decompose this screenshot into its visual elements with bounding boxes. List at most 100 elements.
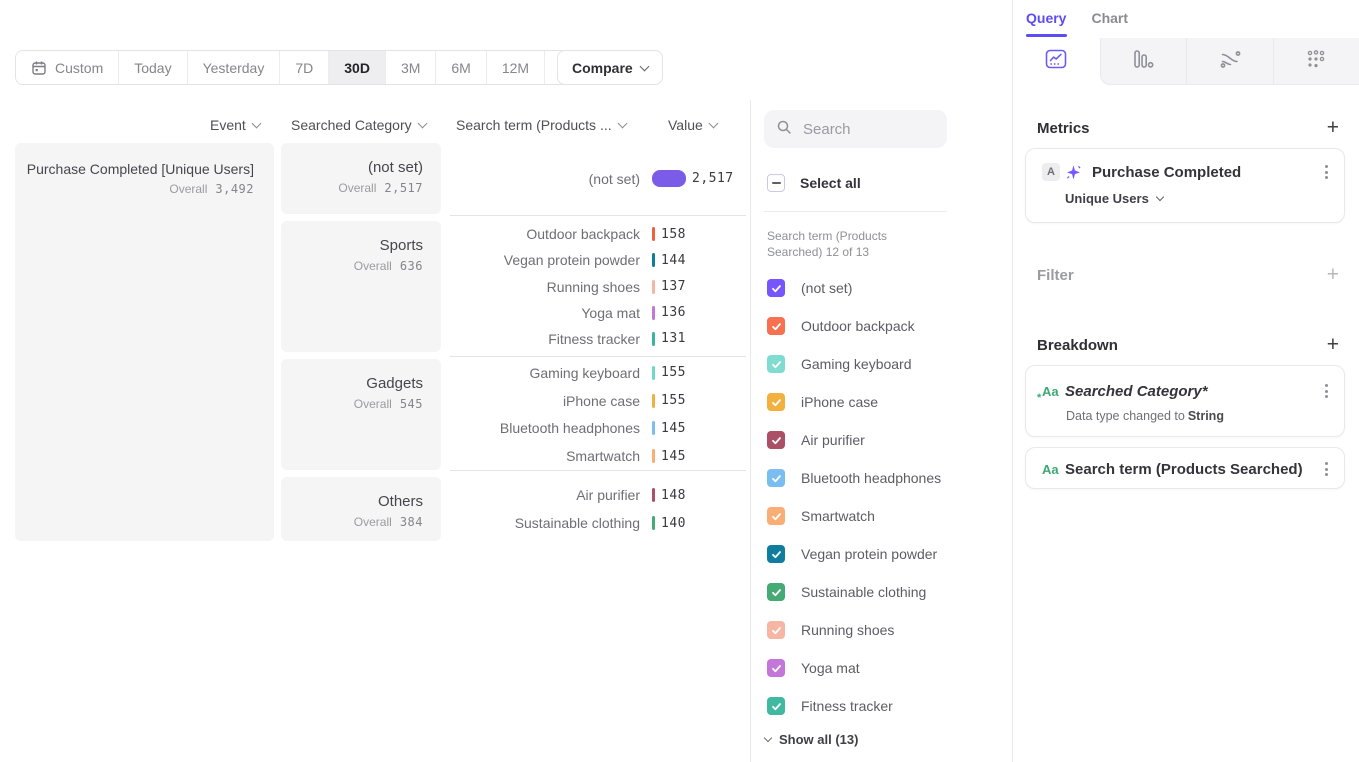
date-range-label: 6M: [451, 60, 470, 76]
filter-item[interactable]: Yoga mat: [751, 649, 1012, 687]
chevron-down-icon: [639, 61, 649, 71]
select-all-row[interactable]: Select all: [767, 174, 861, 192]
metric-card[interactable]: A Purchase Completed Unique Users: [1025, 148, 1345, 223]
filter-item[interactable]: Fitness tracker: [751, 687, 1012, 725]
date-range-control: CustomTodayYesterday7D30D3M6M12MXTD: [15, 50, 619, 85]
date-range-today[interactable]: Today: [118, 51, 186, 84]
metrics-heading: Metrics: [1037, 120, 1090, 137]
term-value: 155: [661, 393, 686, 408]
date-range-yesterday[interactable]: Yesterday: [187, 51, 280, 84]
column-header-value[interactable]: Value: [668, 117, 717, 133]
tab-query[interactable]: Query: [1026, 10, 1066, 26]
breakdown-card-searched-category[interactable]: Aa * Searched Category* Data type change…: [1025, 365, 1345, 437]
breakdown-property-name: Searched Category*: [1065, 383, 1208, 400]
filter-item[interactable]: (not set): [751, 269, 1012, 307]
checkbox-checked[interactable]: [767, 431, 785, 449]
term-row[interactable]: Outdoor backpack158: [450, 221, 746, 247]
term-row[interactable]: Fitness tracker131: [450, 326, 746, 352]
checkbox-checked[interactable]: [767, 393, 785, 411]
checkbox-checked[interactable]: [767, 317, 785, 335]
overall-label: Overall: [354, 397, 392, 411]
checkbox-checked[interactable]: [767, 621, 785, 639]
filter-item[interactable]: Sustainable clothing: [751, 573, 1012, 611]
checkbox-checked[interactable]: [767, 355, 785, 373]
breakdown-card-search-term[interactable]: Aa Search term (Products Searched): [1025, 447, 1345, 489]
filter-item-label: Sustainable clothing: [801, 584, 926, 600]
column-header-searched-category[interactable]: Searched Category: [291, 117, 426, 133]
term-value: 137: [661, 279, 686, 294]
metric-menu-button[interactable]: [1321, 161, 1332, 183]
check-icon: [771, 435, 782, 446]
date-range-3m[interactable]: 3M: [385, 51, 435, 84]
term-row[interactable]: Sustainable clothing140: [450, 509, 746, 537]
breakdown-menu-button[interactable]: [1321, 458, 1332, 480]
checkbox-checked[interactable]: [767, 279, 785, 297]
term-row[interactable]: Bluetooth headphones145: [450, 415, 746, 443]
term-row[interactable]: Smartwatch145: [450, 442, 746, 470]
checkbox-checked[interactable]: [767, 583, 785, 601]
filter-item[interactable]: Vegan protein powder: [751, 535, 1012, 573]
tab-flows[interactable]: [1186, 38, 1273, 85]
report-type-tabs: [1013, 38, 1359, 85]
tab-retention[interactable]: [1273, 38, 1359, 85]
checkbox-checked[interactable]: [767, 469, 785, 487]
breakdown-menu-button[interactable]: [1321, 380, 1332, 402]
check-icon: [771, 473, 782, 484]
date-range-12m[interactable]: 12M: [486, 51, 544, 84]
checkbox-checked[interactable]: [767, 697, 785, 715]
date-range-7d[interactable]: 7D: [279, 51, 328, 84]
filter-item[interactable]: Outdoor backpack: [751, 307, 1012, 345]
term-row[interactable]: Running shoes137: [450, 273, 746, 299]
show-all-link[interactable]: Show all (13): [765, 732, 858, 747]
add-filter-button[interactable]: +: [1327, 265, 1339, 285]
term-row[interactable]: iPhone case155: [450, 387, 746, 415]
metric-letter-badge: A: [1042, 163, 1060, 181]
breakdown-section-header: Breakdown +: [1013, 335, 1359, 355]
chevron-down-icon: [764, 734, 772, 742]
term-row[interactable]: Vegan protein powder144: [450, 247, 746, 273]
filter-item-label: iPhone case: [801, 394, 878, 410]
check-icon: [771, 663, 782, 674]
date-range-label: Yesterday: [203, 60, 265, 76]
value-bar: [652, 227, 655, 241]
tab-funnels[interactable]: [1100, 38, 1187, 85]
filter-item[interactable]: Gaming keyboard: [751, 345, 1012, 383]
checkbox-checked[interactable]: [767, 545, 785, 563]
funnels-bars-icon: [1132, 49, 1154, 74]
event-spark-icon: [1065, 164, 1082, 181]
term-value: 145: [661, 449, 686, 464]
add-metric-button[interactable]: +: [1327, 118, 1339, 138]
term-row[interactable]: Air purifier148: [450, 481, 746, 509]
compare-button[interactable]: Compare: [557, 50, 663, 85]
category-name: (not set): [281, 159, 423, 176]
term-group: Outdoor backpack158Vegan protein powder1…: [450, 221, 746, 352]
date-range-label: 7D: [295, 60, 313, 76]
measurement-selector[interactable]: Unique Users: [1065, 191, 1344, 206]
group-separator: [450, 356, 746, 357]
check-icon: [771, 549, 782, 560]
checkbox-checked[interactable]: [767, 507, 785, 525]
search-input[interactable]: [801, 120, 935, 139]
term-row[interactable]: Gaming keyboard155: [450, 359, 746, 387]
date-range-custom[interactable]: Custom: [16, 51, 118, 84]
category-overall-value: 2,517: [384, 181, 423, 195]
query-chart-tabs: Query Chart: [1026, 10, 1128, 26]
filter-item[interactable]: Air purifier: [751, 421, 1012, 459]
filter-item[interactable]: Smartwatch: [751, 497, 1012, 535]
date-range-30d[interactable]: 30D: [328, 51, 385, 84]
checkbox-checked[interactable]: [767, 659, 785, 677]
tab-chart[interactable]: Chart: [1091, 10, 1128, 26]
add-breakdown-button[interactable]: +: [1327, 335, 1339, 355]
filter-item[interactable]: Bluetooth headphones: [751, 459, 1012, 497]
filter-item[interactable]: Running shoes: [751, 611, 1012, 649]
term-value: 131: [661, 331, 686, 346]
column-header-event[interactable]: Event: [210, 117, 260, 133]
column-header-search-term[interactable]: Search term (Products ...: [456, 117, 626, 133]
term-row[interactable]: Yoga mat136: [450, 300, 746, 326]
tab-insights[interactable]: [1013, 38, 1100, 85]
select-all-checkbox-indeterminate[interactable]: [767, 174, 785, 192]
search-box[interactable]: [764, 110, 947, 148]
filter-item[interactable]: iPhone case: [751, 383, 1012, 421]
date-range-6m[interactable]: 6M: [435, 51, 485, 84]
term-row[interactable]: (not set)2,517: [450, 165, 746, 193]
